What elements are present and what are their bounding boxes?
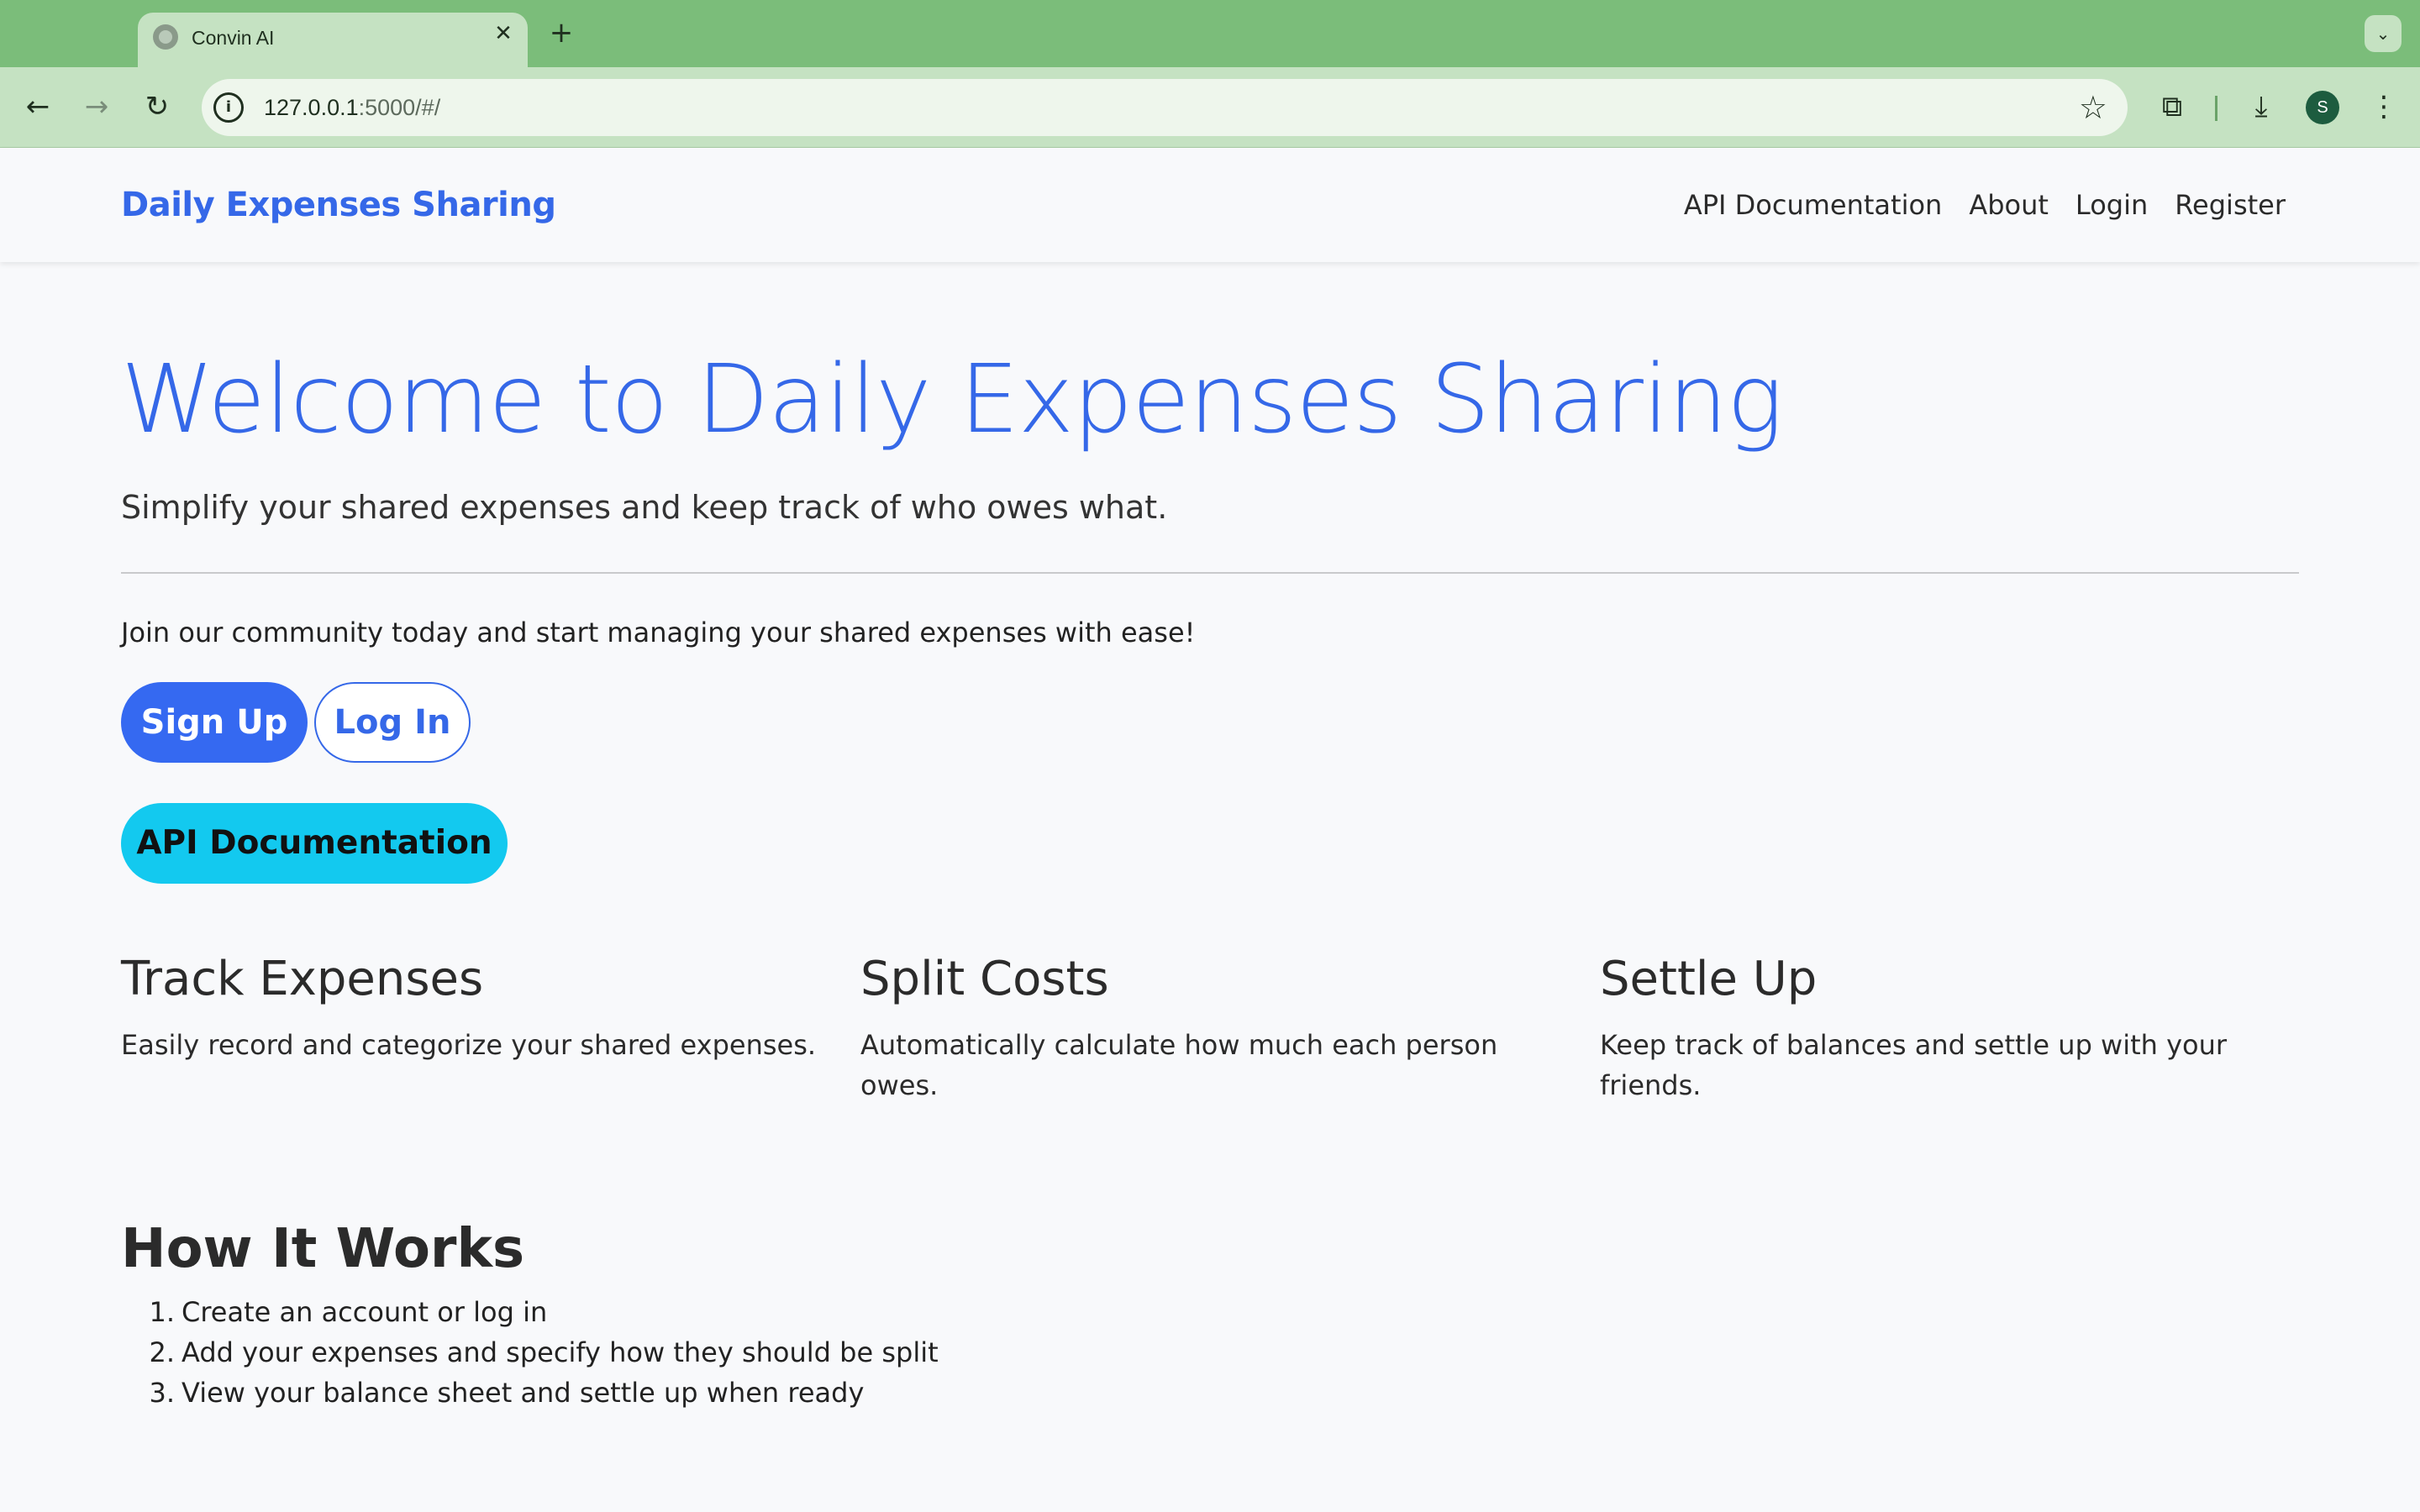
nav-link-register[interactable]: Register (2175, 189, 2286, 221)
feature-settle-up: Settle Up Keep track of balances and set… (1600, 946, 2272, 1105)
browser-tab-active[interactable]: Convin AI ✕ (138, 13, 528, 67)
site-navbar: Daily Expenses Sharing API Documentation… (0, 148, 2420, 262)
bookmark-star-icon[interactable]: ☆ (2079, 87, 2107, 128)
browser-tabstrip: Convin AI ✕ + ⌄ (0, 0, 2420, 67)
chevron-down-icon[interactable]: ⌄ (2365, 15, 2402, 52)
profile-avatar[interactable]: S (2306, 91, 2339, 124)
nav-links: API Documentation About Login Register (1684, 148, 2286, 262)
hero-title: Welcome to Daily Expenses Sharing (121, 345, 1783, 454)
browser-toolbar: ← → ↻ i 127.0.0.1:5000/#/ ☆ ⧉ ⤓ S ⋮ (0, 67, 2420, 148)
step-text: Create an account or log in (182, 1296, 548, 1328)
step-number: 1. (149, 1296, 175, 1328)
site-info-icon[interactable]: i (213, 92, 244, 123)
sign-up-button[interactable]: Sign Up (121, 682, 308, 763)
extensions-puzzle-icon[interactable]: ⧉ (2151, 86, 2193, 128)
step-number: 2. (149, 1336, 175, 1368)
list-item: 1. Create an account or log in (121, 1292, 939, 1332)
url-text[interactable]: 127.0.0.1:5000/#/ (264, 79, 440, 136)
how-it-works-title: How It Works (121, 1218, 525, 1280)
url-host: 127.0.0.1 (264, 95, 359, 120)
hero-lead: Simplify your shared expenses and keep t… (121, 489, 1168, 526)
step-text: View your balance sheet and settle up wh… (182, 1377, 865, 1409)
feature-text: Easily record and categorize your shared… (121, 1029, 817, 1061)
nav-link-login[interactable]: Login (2075, 189, 2148, 221)
feature-title: Track Expenses (121, 952, 484, 1006)
close-icon[interactable]: ✕ (491, 21, 516, 46)
how-it-works-list: 1. Create an account or log in 2. Add your… (121, 1292, 939, 1413)
feature-text: Automatically calculate how much each pe… (860, 1029, 1498, 1101)
nav-link-about[interactable]: About (1969, 189, 2049, 221)
divider (121, 572, 2299, 574)
feature-track-expenses: Track Expenses Easily record and categor… (121, 946, 835, 1065)
address-bar[interactable]: i 127.0.0.1:5000/#/ ☆ (202, 79, 2128, 136)
tab-title: Convin AI (192, 27, 275, 49)
list-item: 3. View your balance sheet and settle up … (121, 1373, 939, 1413)
log-in-button[interactable]: Log In (314, 682, 471, 763)
forward-arrow-icon[interactable]: → (76, 86, 118, 128)
new-tab-plus-icon[interactable]: + (546, 18, 576, 49)
download-icon[interactable]: ⤓ (2240, 86, 2282, 128)
list-item: 2. Add your expenses and specify how they… (121, 1332, 939, 1373)
step-number: 3. (149, 1377, 175, 1409)
brand-link[interactable]: Daily Expenses Sharing (121, 148, 556, 262)
toolbar-divider (2215, 96, 2217, 121)
globe-icon (153, 24, 178, 50)
reload-icon[interactable]: ↻ (136, 86, 178, 128)
feature-title: Split Costs (860, 952, 1109, 1006)
feature-split-costs: Split Costs Automatically calculate how … (860, 946, 1533, 1105)
api-documentation-button[interactable]: API Documentation (121, 803, 508, 884)
join-text: Join our community today and start manag… (121, 617, 1196, 648)
back-arrow-icon[interactable]: ← (17, 86, 59, 128)
feature-title: Settle Up (1600, 952, 1818, 1006)
url-path: :5000/#/ (358, 95, 441, 120)
nav-link-api-documentation[interactable]: API Documentation (1684, 189, 1942, 221)
step-text: Add your expenses and specify how they s… (182, 1336, 939, 1368)
page-content: Daily Expenses Sharing API Documentation… (0, 148, 2420, 1512)
feature-text: Keep track of balances and settle up wit… (1600, 1029, 2228, 1101)
kebab-menu-icon[interactable]: ⋮ (2363, 86, 2405, 128)
